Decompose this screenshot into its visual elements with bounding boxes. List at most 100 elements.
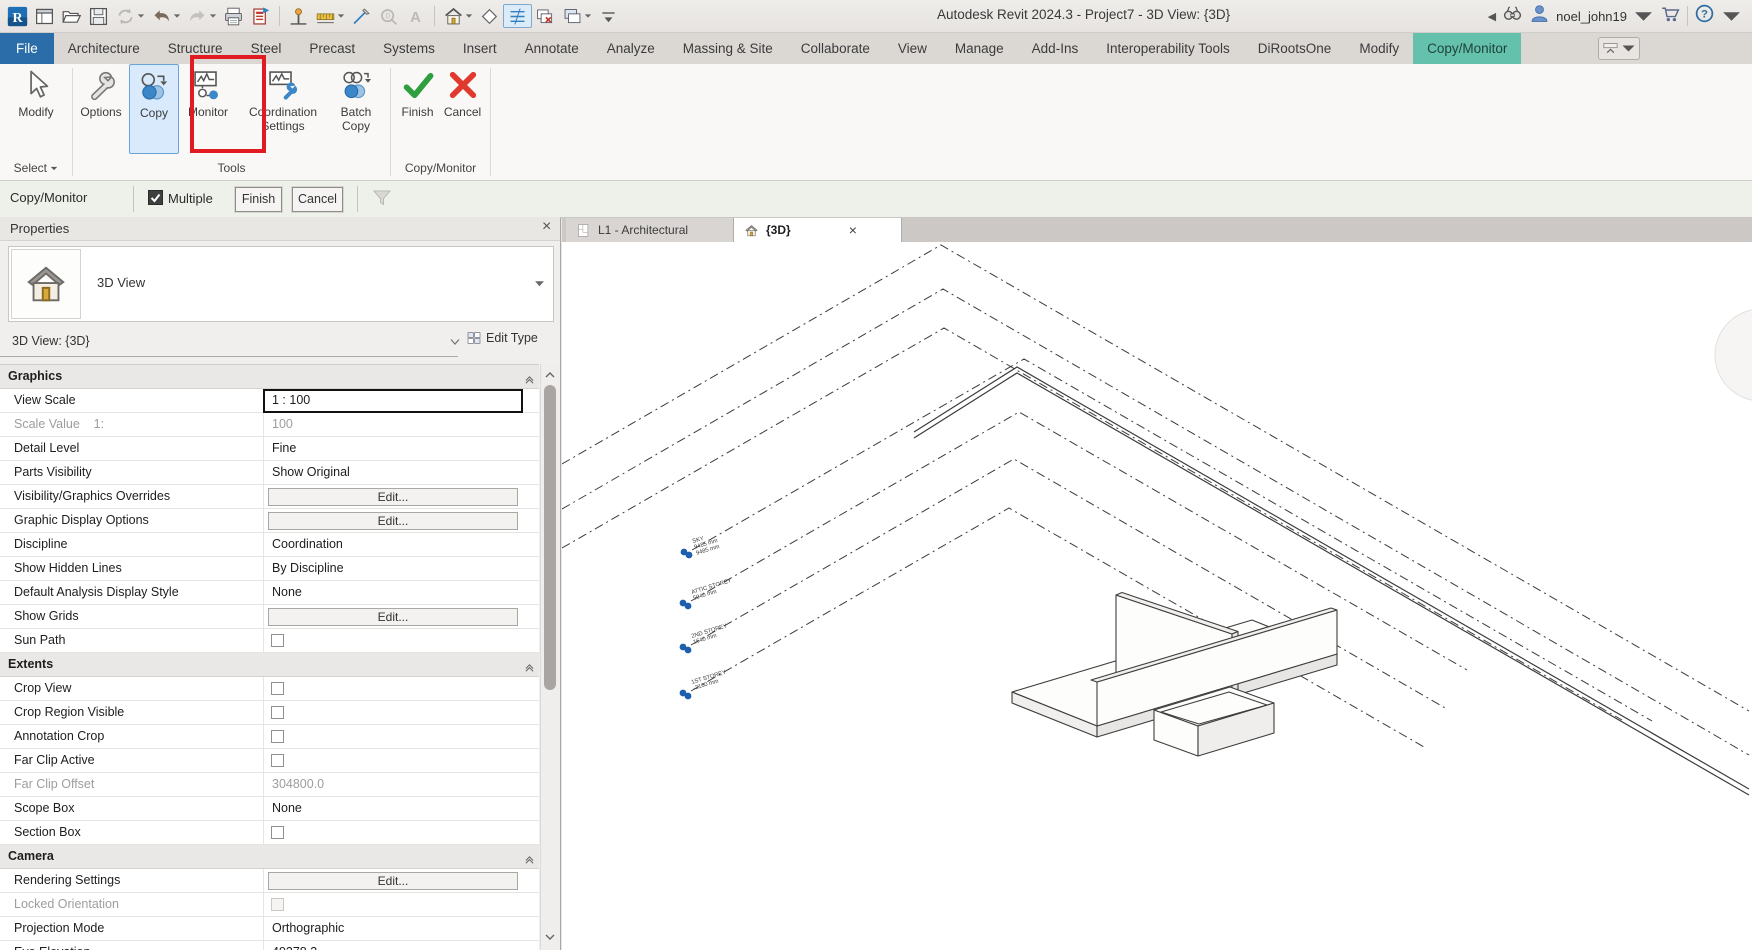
property-checkbox[interactable] [271,898,284,911]
multiple-checkbox[interactable] [148,190,163,205]
ribbon-tab-manage[interactable]: Manage [941,33,1018,64]
ribbon-tab-precast[interactable]: Precast [295,33,369,64]
property-value[interactable]: 304800.0 [263,773,523,797]
measure-pin-icon[interactable] [285,4,312,28]
redo-icon[interactable] [184,4,220,28]
property-value[interactable]: 100 [263,413,523,437]
scroll-down-icon[interactable] [544,929,556,947]
property-value[interactable]: Edit... [263,869,523,893]
section-icon[interactable] [476,4,503,28]
property-value[interactable]: None [263,797,523,821]
property-checkbox[interactable] [271,826,284,839]
drawing-canvas[interactable]: SKY9485 mm9485 mm ATTIC STOREY5040 mm 2ND … [562,242,1752,950]
tag-icon[interactable]: 0 [375,4,402,28]
home-3d-icon[interactable] [440,4,476,28]
view-tab--3d-[interactable]: {3D}× [734,218,902,242]
section-collapse-icon[interactable] [524,852,535,870]
options-cancel-button[interactable]: Cancel [292,187,343,212]
cancel-button[interactable]: Cancel [440,64,486,154]
options-finish-button[interactable]: Finish [235,187,282,212]
monitor-button[interactable]: Monitor [179,64,237,154]
search-icon[interactable] [1502,3,1523,29]
user-icon[interactable] [1529,3,1550,29]
ribbon-tab-interoperability-tools[interactable]: Interoperability Tools [1092,33,1244,64]
property-checkbox[interactable] [271,706,284,719]
ribbon-tab-modify[interactable]: Modify [1345,33,1413,64]
property-checkbox[interactable] [271,754,284,767]
thin-lines-icon[interactable] [503,4,532,28]
property-value[interactable]: Coordination [263,533,523,557]
options-button[interactable]: Options [73,64,129,154]
transfer-doc-icon[interactable] [247,4,274,28]
save-icon[interactable] [85,4,112,28]
level-marker-attic-storey[interactable]: ATTIC STOREY5040 mm [680,578,735,609]
batch-copy-button[interactable]: Batch Copy [329,64,383,154]
properties-close-icon[interactable]: × [542,218,551,236]
ribbon-tab-systems[interactable]: Systems [369,33,449,64]
view-tab-close-icon[interactable]: × [849,222,857,238]
type-selector-chevron-icon[interactable] [534,279,545,288]
window-icon[interactable] [31,4,58,28]
ribbon-tab-insert[interactable]: Insert [449,33,511,64]
property-value[interactable] [263,701,523,725]
ribbon-tab-dirootsone[interactable]: DiRootsOne [1244,33,1346,64]
view-tab-l1-architectural[interactable]: L1 - Architectural [566,218,734,242]
property-value[interactable] [263,629,523,653]
section-collapse-icon[interactable] [524,372,535,390]
level-marker-2nd-storey[interactable]: 2ND STOREY1640 mm [680,623,730,653]
property-value[interactable]: None [263,581,523,605]
scroll-up-icon[interactable] [544,367,556,385]
property-checkbox[interactable] [271,730,284,743]
property-value[interactable]: Edit... [263,605,523,629]
property-value[interactable]: Show Original [263,461,523,485]
property-checkbox[interactable] [271,682,284,695]
ribbon-tab-steel[interactable]: Steel [237,33,296,64]
detail-line-icon[interactable] [348,4,375,28]
collapse-arrow-icon[interactable]: ◀ [1488,10,1496,23]
ribbon-tab-add-ins[interactable]: Add-Ins [1018,33,1093,64]
ribbon-tab-analyze[interactable]: Analyze [593,33,669,64]
text-icon[interactable]: A [402,4,429,28]
ribbon-tab-view[interactable]: View [884,33,941,64]
property-value[interactable] [263,893,523,917]
panel-caption-select[interactable]: Select [0,158,72,178]
customize-icon[interactable] [595,4,622,28]
property-value[interactable]: Edit... [263,485,523,509]
level-marker-1st-storey[interactable]: 1ST STOREY-2160 mm [680,670,729,700]
type-selector[interactable]: 3D View [8,246,554,322]
property-value[interactable]: 1 : 100 [263,389,523,413]
property-value[interactable] [263,821,523,845]
level-marker-sky[interactable]: SKY9485 mm9485 mm [681,532,721,558]
cart-icon[interactable] [1660,3,1681,29]
property-value[interactable] [263,749,523,773]
undo-icon[interactable] [148,4,184,28]
property-value[interactable]: 49378.3 [263,941,523,950]
coordination-settings-button[interactable]: Coordination Settings [237,64,329,154]
edit-button[interactable]: Edit... [268,872,518,890]
instance-chevron-icon[interactable] [450,338,460,346]
help-icon[interactable]: ? [1694,3,1715,29]
property-value[interactable]: Orthographic [263,917,523,941]
username[interactable]: noel_john19 [1556,9,1627,24]
print-icon[interactable] [220,4,247,28]
close-hidden-icon[interactable] [532,4,559,28]
property-value[interactable] [263,725,523,749]
ribbon-tab-file[interactable]: File [0,33,54,64]
finish-button[interactable]: Finish [396,64,440,154]
property-value[interactable]: Edit... [263,509,523,533]
ribbon-tab-massing-site[interactable]: Massing & Site [669,33,787,64]
edit-button[interactable]: Edit... [268,608,518,626]
dimension-icon[interactable] [312,4,348,28]
user-menu-chevron-icon[interactable] [1633,6,1654,27]
modify-button[interactable]: Modify [5,64,67,154]
ribbon-tab-annotate[interactable]: Annotate [511,33,593,64]
edit-button[interactable]: Edit... [268,488,518,506]
open-icon[interactable] [58,4,85,28]
help-menu-chevron-icon[interactable] [1721,6,1742,27]
edit-type-button[interactable]: Edit Type [466,330,538,346]
property-checkbox[interactable] [271,634,284,647]
section-collapse-icon[interactable] [524,660,535,678]
scrollbar-thumb[interactable] [544,385,556,690]
properties-scrollbar[interactable] [540,364,559,950]
ribbon-state-toggle-button[interactable] [1598,37,1640,60]
